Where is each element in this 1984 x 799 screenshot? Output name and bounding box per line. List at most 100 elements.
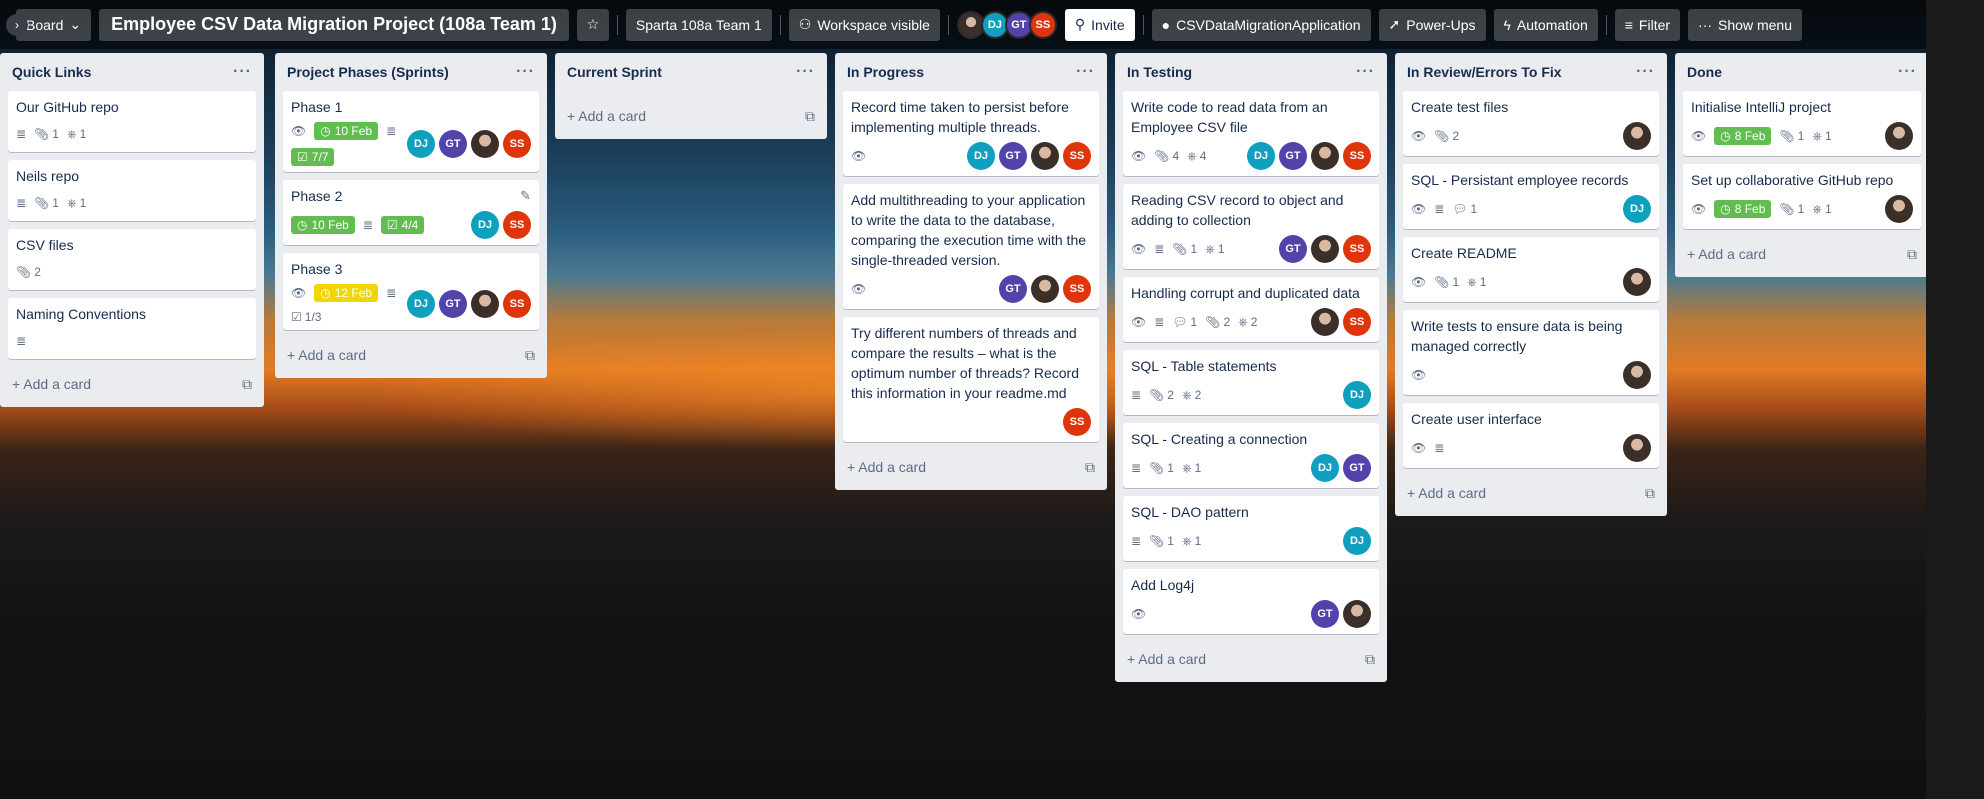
avatar-gt[interactable]: GT xyxy=(1311,600,1339,628)
card[interactable]: SQL - Table statements ≣ 📎︎ 2 ⎈ 2 DJ xyxy=(1123,350,1379,415)
card[interactable]: Add Log4j 👁︎ GT xyxy=(1123,569,1379,634)
automation-button[interactable]: ϟ Automation xyxy=(1493,8,1598,41)
card-template-icon[interactable]: ⧉ xyxy=(1365,651,1375,668)
avatar-ss[interactable]: SS xyxy=(1063,408,1091,436)
due-date-badge[interactable]: ◷ 10 Feb xyxy=(291,216,355,234)
card[interactable]: Naming Conventions ≣ xyxy=(8,298,256,359)
avatar[interactable] xyxy=(1311,235,1339,263)
due-date-badge[interactable]: ◷ 8 Feb xyxy=(1714,200,1772,218)
card[interactable]: Phase 2 ✎ ◷ 10 Feb ≣ ☑ 4/4 DJ SS xyxy=(283,180,539,245)
avatar-dj[interactable]: DJ xyxy=(967,142,995,170)
list-header[interactable]: In Review/Errors To Fix ··· xyxy=(1395,53,1667,91)
avatar-ss[interactable]: SS xyxy=(1028,10,1057,39)
card[interactable]: Phase 3 👁︎ ◷ 12 Feb ≣ ☑ 1/3 DJ GT SS xyxy=(283,253,539,330)
avatar-gt[interactable]: GT xyxy=(1343,454,1371,482)
list-menu-icon[interactable]: ··· xyxy=(1898,63,1917,81)
avatar-ss[interactable]: SS xyxy=(1063,142,1091,170)
star-icon[interactable]: ☆ xyxy=(576,8,609,41)
avatar[interactable] xyxy=(1885,122,1913,150)
avatar-ss[interactable]: SS xyxy=(503,130,531,158)
list-title[interactable]: Done xyxy=(1687,64,1722,80)
edit-pencil-icon[interactable]: ✎ xyxy=(520,188,531,204)
add-card-button[interactable]: + Add a card ⧉ xyxy=(283,338,539,372)
card[interactable]: CSV files 📎︎ 2 xyxy=(8,229,256,290)
avatar[interactable] xyxy=(1031,275,1059,303)
card-template-icon[interactable]: ⧉ xyxy=(1907,246,1917,263)
list-menu-icon[interactable]: ··· xyxy=(1076,63,1095,81)
card[interactable]: Our GitHub repo ≣ 📎︎ 1 ⎈ 1 xyxy=(8,91,256,152)
list-header[interactable]: Current Sprint ··· xyxy=(555,53,827,91)
due-date-badge[interactable]: ◷ 12 Feb xyxy=(314,284,379,302)
card[interactable]: Create user interface 👁︎ ≣ xyxy=(1403,403,1659,468)
avatar-dj[interactable]: DJ xyxy=(1343,527,1371,555)
card[interactable]: Handling corrupt and duplicated data 👁︎ ≣ 💬… xyxy=(1123,277,1379,342)
card[interactable]: Write code to read data from an Employee… xyxy=(1123,91,1379,176)
list-header[interactable]: Done ··· xyxy=(1675,53,1926,91)
add-card-button[interactable]: + Add a card ⧉ xyxy=(563,99,819,133)
workspace-button[interactable]: Sparta 108a Team 1 xyxy=(625,8,772,41)
list-header[interactable]: In Progress ··· xyxy=(835,53,1107,91)
avatar-dj[interactable]: DJ xyxy=(407,130,435,158)
avatar[interactable] xyxy=(1031,142,1059,170)
add-card-button[interactable]: + Add a card ⧉ xyxy=(1123,642,1379,676)
avatar-gt[interactable]: GT xyxy=(439,290,467,318)
card[interactable]: Reading CSV record to object and adding … xyxy=(1123,184,1379,269)
card-template-icon[interactable]: ⧉ xyxy=(525,347,535,364)
list-title[interactable]: Quick Links xyxy=(12,64,91,80)
list-header[interactable]: Project Phases (Sprints) ··· xyxy=(275,53,547,91)
card[interactable]: Create README 👁︎ 📎︎ 1 ⎈ 1 xyxy=(1403,237,1659,302)
avatar[interactable] xyxy=(471,130,499,158)
powerups-button[interactable]: ➚ Power-Ups xyxy=(1378,8,1486,41)
avatar[interactable] xyxy=(1623,268,1651,296)
avatar-dj[interactable]: DJ xyxy=(1343,381,1371,409)
board-title[interactable]: Employee CSV Data Migration Project (108… xyxy=(99,8,569,41)
avatar-ss[interactable]: SS xyxy=(1343,308,1371,336)
card[interactable]: SQL - Creating a connection ≣ 📎︎ 1 ⎈ 1 DJ GT xyxy=(1123,423,1379,488)
scrollbar-strip[interactable] xyxy=(1926,0,1984,799)
list-header[interactable]: In Testing ··· xyxy=(1115,53,1387,91)
avatar-dj[interactable]: DJ xyxy=(471,211,499,239)
card[interactable]: Add multithreading to your application t… xyxy=(843,184,1099,309)
avatar-gt[interactable]: GT xyxy=(1279,235,1307,263)
avatar-ss[interactable]: SS xyxy=(1063,275,1091,303)
list-menu-icon[interactable]: ··· xyxy=(1636,63,1655,81)
filter-button[interactable]: ≡ Filter xyxy=(1614,8,1681,41)
list-menu-icon[interactable]: ··· xyxy=(516,63,535,81)
sidebar-toggle-icon[interactable]: › xyxy=(6,13,28,36)
avatar[interactable] xyxy=(1311,308,1339,336)
card[interactable]: Write tests to ensure data is being mana… xyxy=(1403,310,1659,395)
card-template-icon[interactable]: ⧉ xyxy=(242,376,252,393)
visibility-button[interactable]: ⚇ Workspace visible xyxy=(788,8,940,41)
avatar[interactable] xyxy=(1623,122,1651,150)
github-powerup-button[interactable]: ● CSVDataMigrationApplication xyxy=(1151,8,1371,41)
list-title[interactable]: In Review/Errors To Fix xyxy=(1407,64,1562,80)
avatar-gt[interactable]: GT xyxy=(999,275,1027,303)
avatar-dj[interactable]: DJ xyxy=(1247,142,1275,170)
card-template-icon[interactable]: ⧉ xyxy=(1645,485,1655,502)
card[interactable]: Record time taken to persist before impl… xyxy=(843,91,1099,176)
list-title[interactable]: In Testing xyxy=(1127,64,1192,80)
list-title[interactable]: Project Phases (Sprints) xyxy=(287,64,449,80)
list-menu-icon[interactable]: ··· xyxy=(1356,63,1375,81)
avatar[interactable] xyxy=(1623,434,1651,462)
card[interactable]: Initialise IntelliJ project 👁︎ ◷ 8 Feb 📎︎ 1 ⎈ 1 xyxy=(1683,91,1921,156)
card[interactable]: Phase 1 👁︎ ◷ 10 Feb ≣ ☑ 7/7 DJ GT SS xyxy=(283,91,539,172)
list-menu-icon[interactable]: ··· xyxy=(233,63,252,81)
avatar-dj[interactable]: DJ xyxy=(1623,195,1651,223)
card[interactable]: SQL - DAO pattern ≣ 📎︎ 1 ⎈ 1 DJ xyxy=(1123,496,1379,561)
avatar-ss[interactable]: SS xyxy=(1343,235,1371,263)
list-title[interactable]: Current Sprint xyxy=(567,64,662,80)
card-template-icon[interactable]: ⧉ xyxy=(1085,459,1095,476)
add-card-button[interactable]: + Add a card ⧉ xyxy=(1403,476,1659,510)
add-card-button[interactable]: + Add a card ⧉ xyxy=(8,367,256,401)
card[interactable]: Try different numbers of threads and com… xyxy=(843,317,1099,442)
invite-button[interactable]: ⚲ Invite xyxy=(1064,8,1135,41)
add-card-button[interactable]: + Add a card ⧉ xyxy=(843,450,1099,484)
due-date-badge[interactable]: ◷ 8 Feb xyxy=(1714,127,1772,145)
avatar[interactable] xyxy=(1623,361,1651,389)
avatar-dj[interactable]: DJ xyxy=(407,290,435,318)
avatar-ss[interactable]: SS xyxy=(503,290,531,318)
card[interactable]: Create test files 👁︎ 📎︎ 2 xyxy=(1403,91,1659,156)
avatar-ss[interactable]: SS xyxy=(1343,142,1371,170)
card-template-icon[interactable]: ⧉ xyxy=(805,108,815,125)
